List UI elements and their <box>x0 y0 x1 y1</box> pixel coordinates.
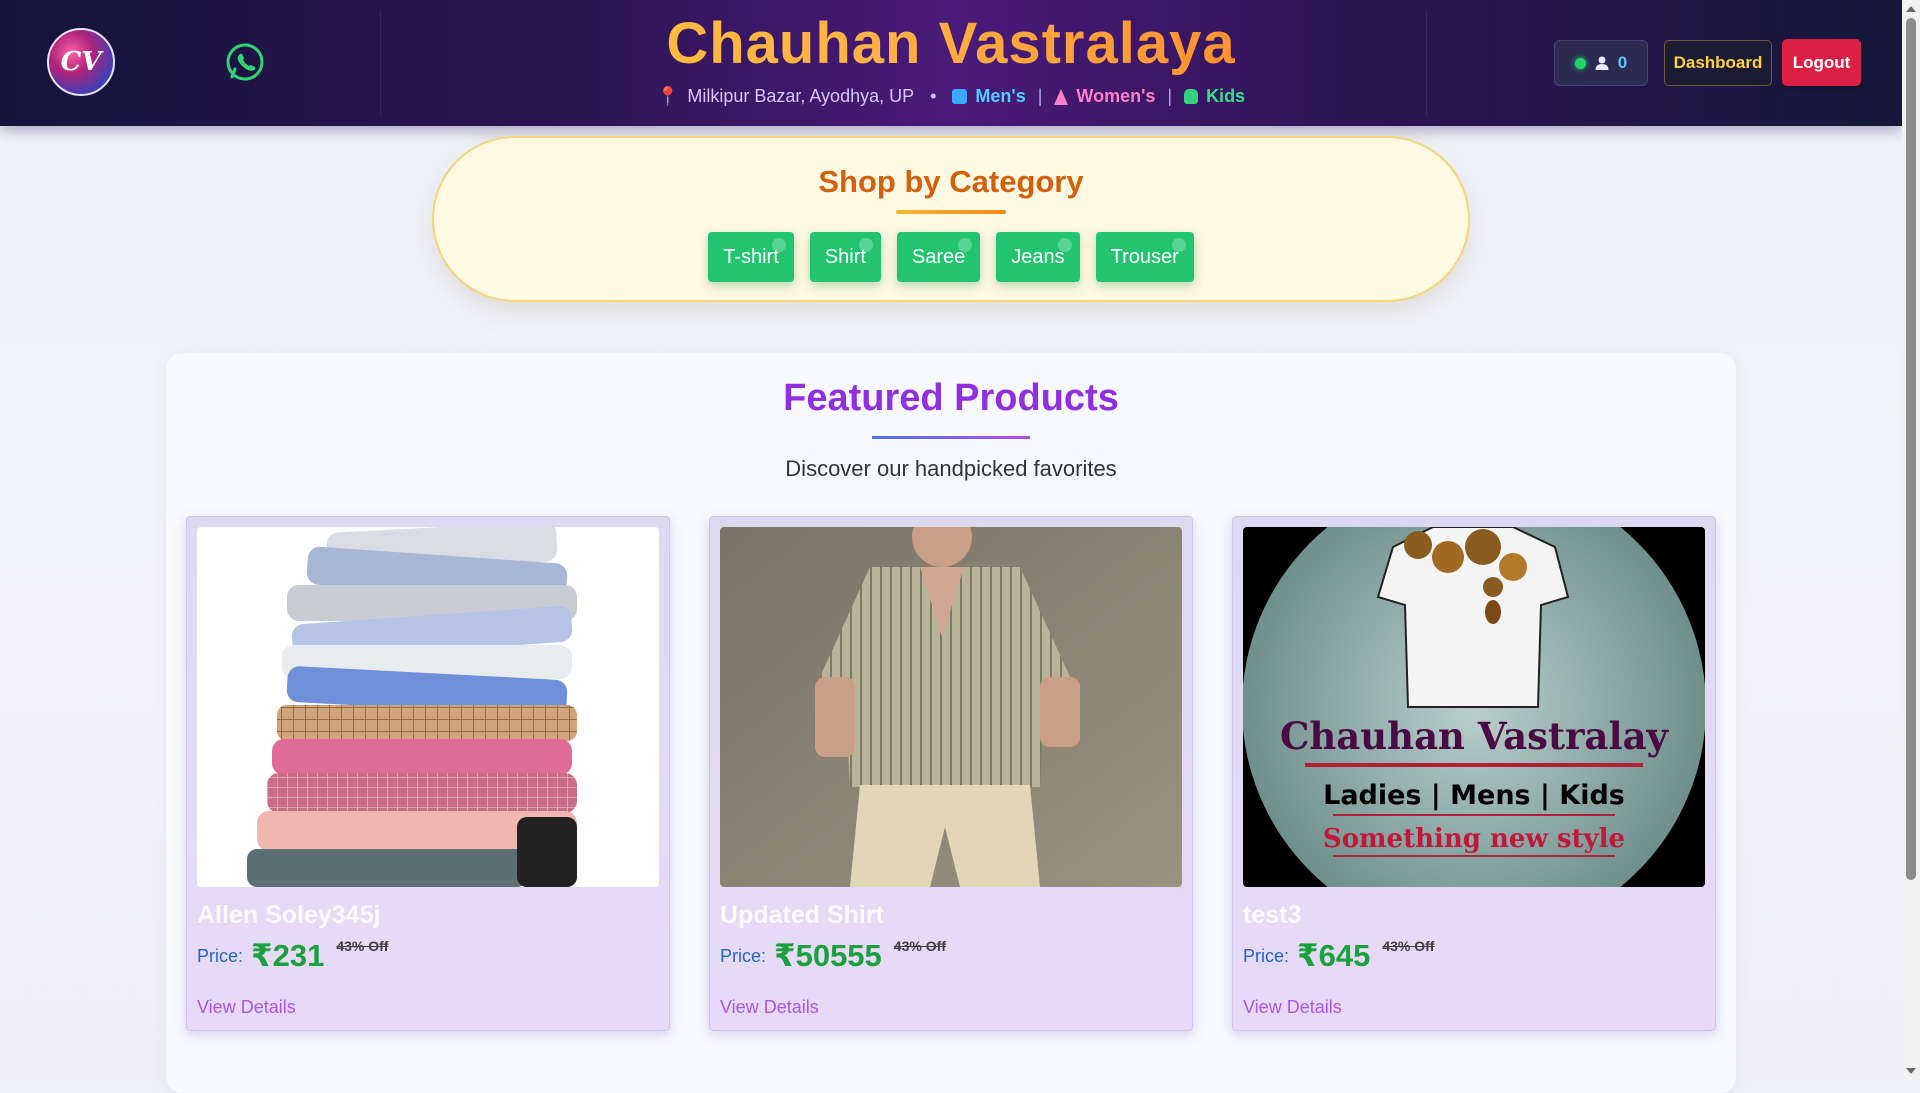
separator: | <box>1037 86 1043 106</box>
top-header: CV Chauhan Vastralaya 📍 Milkipur Bazar, … <box>0 0 1902 126</box>
price-label: Price: <box>197 945 244 966</box>
user-count: 0 <box>1617 53 1628 72</box>
location-text: Milkipur Bazar, Ayodhya, UP <box>687 86 915 106</box>
discount-badge: 43% Off <box>893 938 946 954</box>
online-status-icon <box>1574 57 1586 69</box>
view-details-link[interactable]: View Details <box>197 997 296 1018</box>
view-details-link[interactable]: View Details <box>720 997 819 1018</box>
price-label: Price: <box>1243 945 1290 966</box>
category-button-jeans[interactable]: Jeans <box>996 232 1080 282</box>
category-buttons: T-shirt Shirt Saree Jeans Trouser <box>434 232 1468 282</box>
category-button-trouser[interactable]: Trouser <box>1095 232 1194 282</box>
price-row: Price: ₹645 43% Off <box>1243 938 1434 974</box>
banner-text-line3: Something new style <box>1323 824 1625 854</box>
product-image-model-shirt[interactable] <box>720 527 1182 887</box>
product-card[interactable]: Allen Soley345j Price: ₹231 43% Off View… <box>186 516 670 1031</box>
product-name: Allen Soley345j <box>197 901 381 929</box>
nav-category-womens[interactable]: Women's <box>1076 86 1155 107</box>
dashboard-button[interactable]: Dashboard <box>1664 40 1772 86</box>
banner-text-line1: Chauhan Vastralay <box>1280 714 1670 758</box>
title-underline <box>896 210 1006 214</box>
separator: | <box>1167 86 1173 106</box>
product-card[interactable]: Updated Shirt Price: ₹50555 43% Off View… <box>709 516 1193 1031</box>
product-image-stacked-shirts[interactable] <box>197 527 659 887</box>
logout-button[interactable]: Logout <box>1782 39 1861 86</box>
category-section-title: Shop by Category <box>818 164 1084 199</box>
separator-dot: • <box>930 86 937 106</box>
discount-badge: 43% Off <box>1382 938 1435 954</box>
price-row: Price: ₹231 43% Off <box>197 938 388 974</box>
scroll-up-arrow-icon[interactable] <box>1906 6 1916 12</box>
product-image-brand-banner[interactable]: Chauhan Vastralay Ladies | Mens | Kids S… <box>1243 527 1705 887</box>
category-button-shirt[interactable]: Shirt <box>809 232 881 282</box>
product-price: ₹50555 <box>774 938 882 973</box>
product-price: ₹231 <box>251 938 325 973</box>
page-scrollbar[interactable] <box>1902 0 1920 1080</box>
scroll-down-arrow-icon[interactable] <box>1906 1068 1916 1074</box>
location-pin-icon: 📍 <box>656 86 680 106</box>
product-card[interactable]: Chauhan Vastralay Ladies | Mens | Kids S… <box>1232 516 1716 1031</box>
product-name: test3 <box>1243 901 1302 929</box>
kids-icon <box>1184 89 1199 104</box>
user-icon <box>1595 56 1609 70</box>
brand-subline: 📍 Milkipur Bazar, Ayodhya, UP • Men's | … <box>0 86 1902 107</box>
nav-category-mens[interactable]: Men's <box>975 86 1025 107</box>
product-name: Updated Shirt <box>720 901 884 929</box>
product-price: ₹645 <box>1297 938 1371 973</box>
category-button-saree[interactable]: Saree <box>896 232 981 282</box>
featured-subtitle: Discover our handpicked favorites <box>785 456 1117 481</box>
featured-title: Featured Products <box>783 377 1119 419</box>
shirt-icon <box>952 89 968 104</box>
scroll-thumb[interactable] <box>1906 18 1916 880</box>
category-button-tshirt[interactable]: T-shirt <box>708 232 794 282</box>
price-label: Price: <box>720 945 767 966</box>
dress-icon <box>1054 88 1069 105</box>
featured-products-section: Featured Products Discover our handpicke… <box>166 353 1736 1093</box>
view-details-link[interactable]: View Details <box>1243 997 1342 1018</box>
discount-badge: 43% Off <box>336 938 389 954</box>
title-underline <box>872 436 1030 439</box>
nav-category-kids[interactable]: Kids <box>1206 86 1245 107</box>
banner-text-line2: Ladies | Mens | Kids <box>1323 780 1625 811</box>
price-row: Price: ₹50555 43% Off <box>720 938 946 974</box>
user-status-pill[interactable]: 0 <box>1554 40 1648 86</box>
shop-by-category-panel: Shop by Category T-shirt Shirt Saree Jea… <box>432 136 1470 302</box>
